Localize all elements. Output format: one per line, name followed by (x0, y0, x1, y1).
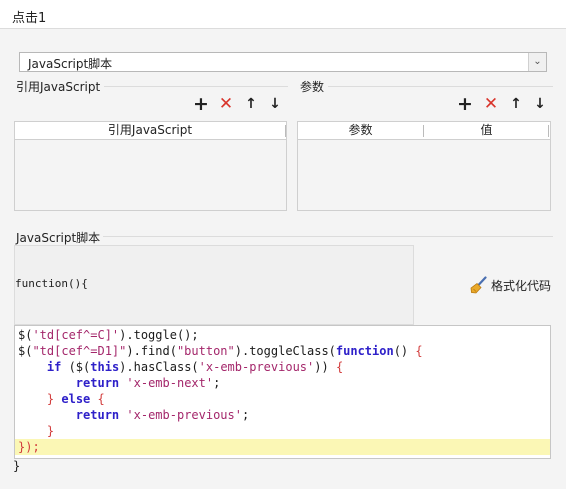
script-type-value: JavaScript脚本 (28, 57, 113, 71)
code-token: return (75, 376, 120, 390)
code-token: )) (314, 360, 336, 374)
ref-js-table[interactable]: 引用JavaScript (14, 121, 287, 211)
code-line[interactable]: return 'x-emb-previous'; (15, 407, 550, 423)
code-token: function (335, 344, 394, 358)
code-token: { (415, 344, 423, 358)
function-closing-brace: } (13, 459, 21, 473)
code-token: ).find( (126, 344, 177, 358)
ref-section-title: 引用JavaScript (16, 80, 101, 94)
arrow-up-icon[interactable]: ↑ (508, 96, 524, 112)
column-header-value[interactable]: 值 (424, 122, 549, 139)
dialog-title: 点击1 (12, 11, 47, 26)
code-line[interactable]: if ($(this).hasClass('x-emb-previous')) … (15, 359, 550, 375)
param-section-title: 参数 (300, 80, 325, 94)
chevron-down-icon[interactable]: ⌄ (528, 53, 546, 71)
code-line[interactable]: } else { (15, 391, 550, 407)
code-token: if (46, 360, 62, 374)
code-line[interactable]: $("td[cef^=D1]").find("button").toggleCl… (15, 343, 550, 359)
code-token: else (61, 392, 91, 406)
param-section-divider (328, 86, 553, 87)
ref-section-divider (104, 86, 288, 87)
code-token: { (97, 392, 105, 406)
code-editor[interactable]: $('td[cef^=C]').toggle(); $("td[cef^=D1]"… (14, 325, 551, 459)
code-token: this (90, 360, 120, 374)
code-token: ; (241, 408, 250, 422)
param-table[interactable]: 参数 值 (297, 121, 551, 211)
code-line[interactable]: }); (15, 439, 550, 455)
code-token: () (393, 344, 416, 358)
arrow-down-icon[interactable]: ↓ (532, 96, 548, 112)
code-token: { (335, 360, 344, 374)
arrow-down-icon[interactable]: ↓ (267, 96, 283, 112)
script-section-divider (103, 236, 553, 237)
code-token: 'x-emb-previous' (126, 408, 242, 422)
delete-x-icon[interactable]: ✕ (218, 96, 234, 113)
ref-js-table-header: 引用JavaScript (15, 122, 286, 140)
code-token: ($( (61, 360, 91, 374)
delete-x-icon[interactable]: ✕ (483, 96, 499, 113)
code-token: ; (213, 376, 221, 390)
column-header-ref-js[interactable]: 引用JavaScript (15, 122, 285, 139)
format-code-label: 格式化代码 (491, 279, 552, 293)
code-token: $( (18, 328, 33, 342)
code-token: return (75, 408, 120, 422)
column-separator (548, 125, 549, 137)
code-token: ).toggle(); (119, 328, 199, 342)
code-token: ).toggleClass( (234, 344, 336, 358)
code-token: "td[cef^=D1]" (32, 344, 127, 358)
code-token: 'x-emb-next' (126, 376, 214, 390)
code-token: ).hasClass( (119, 360, 199, 374)
plus-icon[interactable]: + (193, 95, 209, 114)
code-token: "button" (176, 344, 235, 358)
code-token: 'x-emb-previous' (198, 360, 315, 374)
column-header-param[interactable]: 参数 (298, 122, 423, 139)
dialog-title-bar: 点击1 (0, 0, 566, 29)
code-line[interactable]: } (15, 423, 550, 439)
code-token: } (46, 424, 55, 438)
plus-icon[interactable]: + (457, 95, 473, 114)
broom-icon (470, 276, 487, 294)
function-header: function(){ (15, 277, 88, 290)
arrow-up-icon[interactable]: ↑ (243, 96, 259, 112)
script-section-title: JavaScript脚本 (16, 231, 101, 245)
code-line[interactable]: $('td[cef^=C]').toggle(); (15, 327, 550, 343)
param-table-header: 参数 值 (298, 122, 550, 140)
code-token: 'td[cef^=C]' (32, 328, 120, 342)
column-separator (285, 125, 286, 137)
script-type-select[interactable]: JavaScript脚本 ⌄ (19, 52, 547, 72)
code-token: $( (18, 344, 33, 358)
code-line[interactable]: return 'x-emb-next'; (15, 375, 550, 391)
code-token: }); (18, 440, 40, 454)
